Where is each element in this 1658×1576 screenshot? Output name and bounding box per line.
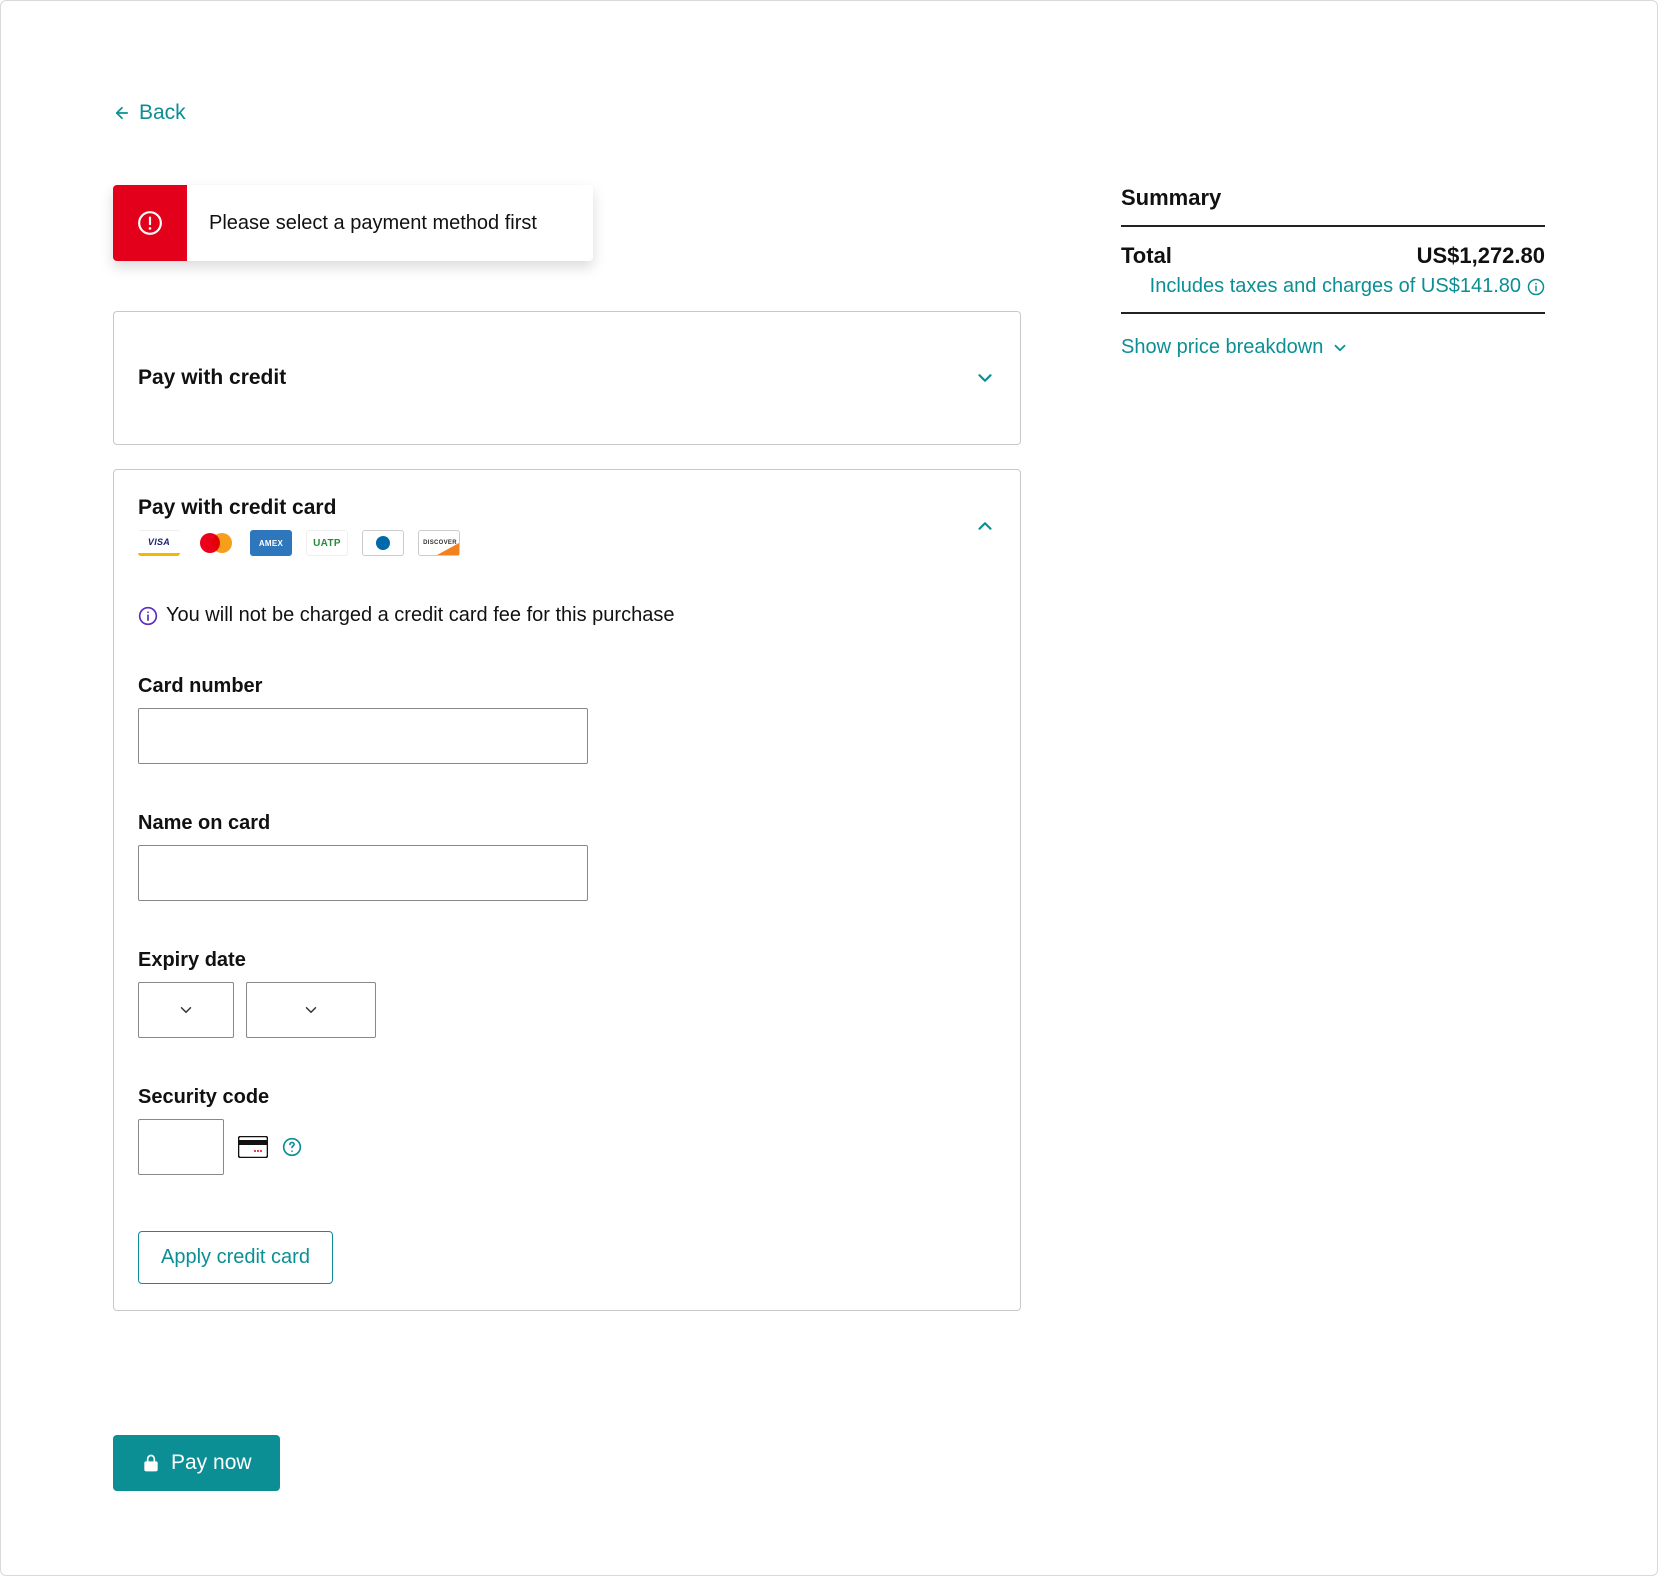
chevron-down-icon <box>1331 339 1349 357</box>
total-label: Total <box>1121 243 1172 269</box>
error-message: Please select a payment method first <box>187 185 559 261</box>
discover-logo: DISCOVER <box>418 530 460 556</box>
security-code-label: Security code <box>138 1086 996 1109</box>
card-back-icon <box>238 1136 268 1158</box>
pay-with-card-title: Pay with credit card <box>138 496 460 520</box>
taxes-info[interactable]: Includes taxes and charges of US$141.80 <box>1121 275 1545 312</box>
pay-with-credit-panel[interactable]: Pay with credit <box>113 311 1021 445</box>
apply-credit-card-button[interactable]: Apply credit card <box>138 1231 333 1284</box>
divider <box>1121 312 1545 314</box>
summary-title: Summary <box>1121 185 1545 211</box>
back-link[interactable]: Back <box>113 101 186 125</box>
error-icon-box <box>113 185 187 261</box>
pay-now-label: Pay now <box>171 1451 252 1475</box>
pay-now-button[interactable]: Pay now <box>113 1435 280 1491</box>
mastercard-logo <box>194 530 236 556</box>
fee-note-text: You will not be charged a credit card fe… <box>166 604 674 627</box>
expiry-date-label: Expiry date <box>138 949 996 972</box>
arrow-left-icon <box>113 104 131 122</box>
info-icon <box>138 606 158 626</box>
show-price-breakdown-link[interactable]: Show price breakdown <box>1121 336 1349 359</box>
pay-with-card-panel: Pay with credit card VISA AMEX UATP DISC… <box>113 469 1021 1311</box>
chevron-down-icon <box>302 1001 320 1019</box>
name-on-card-input[interactable] <box>138 845 588 901</box>
card-number-label: Card number <box>138 675 996 698</box>
alert-icon <box>137 210 163 236</box>
name-on-card-label: Name on card <box>138 812 996 835</box>
info-icon <box>1527 278 1545 296</box>
expiry-month-select[interactable] <box>138 982 234 1038</box>
total-value: US$1,272.80 <box>1417 243 1545 269</box>
pay-with-card-header[interactable]: Pay with credit card VISA AMEX UATP DISC… <box>138 496 996 556</box>
diners-logo <box>362 530 404 556</box>
pay-with-credit-title: Pay with credit <box>138 366 286 390</box>
lock-icon <box>141 1453 161 1473</box>
card-number-input[interactable] <box>138 708 588 764</box>
chevron-down-icon <box>177 1001 195 1019</box>
card-brand-logos: VISA AMEX UATP DISCOVER <box>138 530 460 556</box>
fee-note: You will not be charged a credit card fe… <box>138 604 996 627</box>
taxes-text: Includes taxes and charges of US$141.80 <box>1150 275 1521 298</box>
security-code-input[interactable] <box>138 1119 224 1175</box>
help-icon[interactable] <box>282 1137 302 1157</box>
back-label: Back <box>139 101 186 125</box>
chevron-down-icon <box>974 367 996 389</box>
uatp-logo: UATP <box>306 530 348 556</box>
visa-logo: VISA <box>138 530 180 556</box>
amex-logo: AMEX <box>250 530 292 556</box>
breakdown-label: Show price breakdown <box>1121 336 1323 359</box>
error-banner: Please select a payment method first <box>113 185 593 261</box>
expiry-year-select[interactable] <box>246 982 376 1038</box>
chevron-up-icon <box>974 515 996 537</box>
